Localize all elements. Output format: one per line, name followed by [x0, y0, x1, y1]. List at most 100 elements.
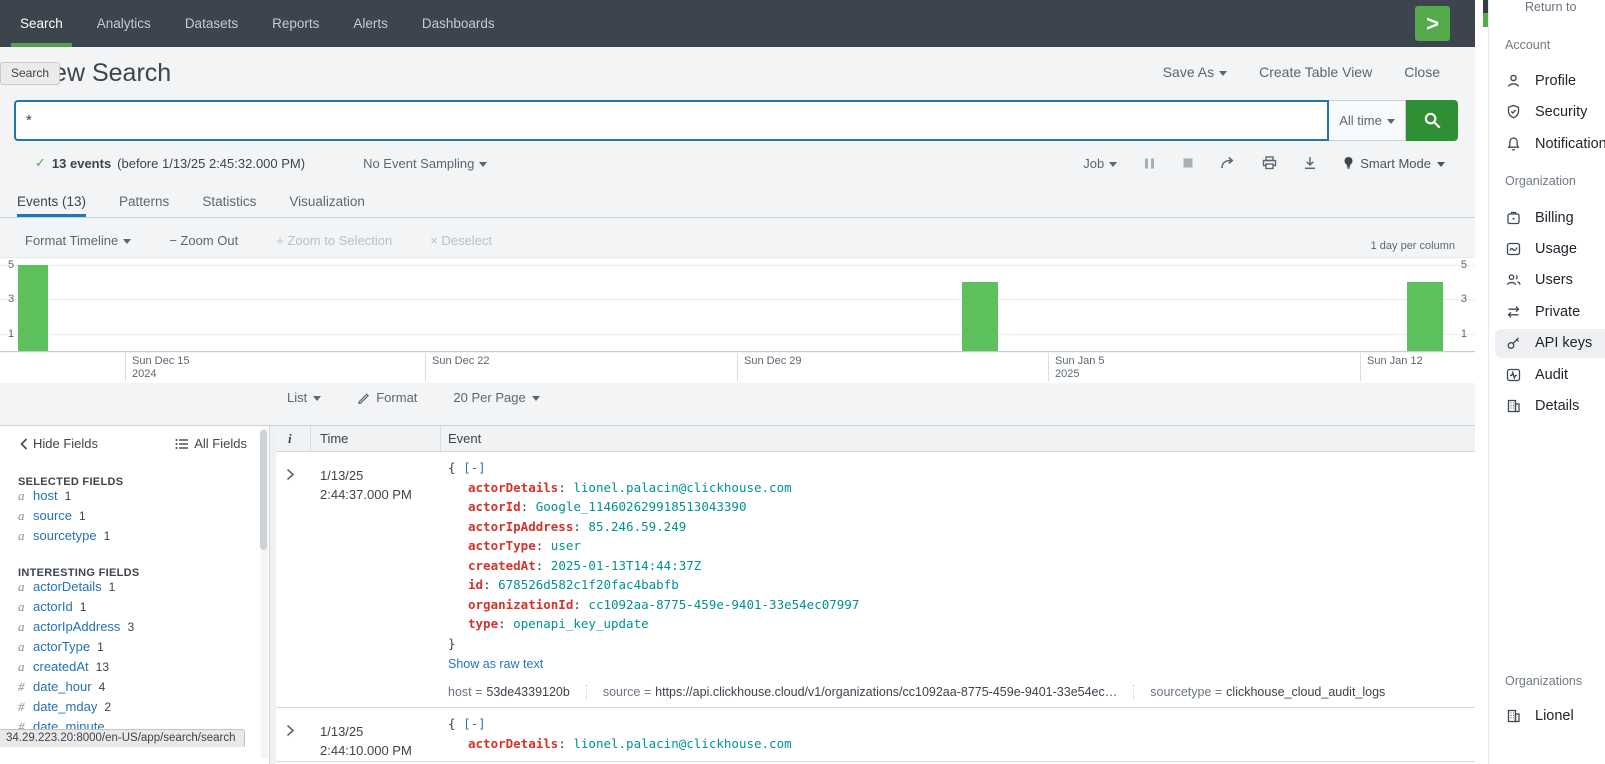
settings-item-details[interactable]: Details [1489, 391, 1605, 420]
field-item-date_hour[interactable]: #date_hour4 [0, 679, 269, 699]
field-count: 1 [80, 600, 87, 614]
x-tick-mark [425, 353, 426, 381]
event-meta-source[interactable]: source = https://api.clickhouse.cloud/v1… [586, 685, 1133, 699]
x-tick-label: Sun Dec 15 2024 [132, 355, 189, 381]
settings-item-private[interactable]: Private [1489, 297, 1605, 326]
section-header-account: Account [1505, 38, 1550, 52]
field-item-sourcetype[interactable]: asourcetype1 [0, 528, 269, 548]
caret-down-icon [1109, 162, 1117, 167]
json-value: 678526d582c1f20fac4babfb [498, 577, 679, 592]
nav-item-datasets[interactable]: Datasets [185, 0, 238, 47]
settings-item-api-keys[interactable]: API keys [1495, 329, 1605, 358]
field-item-source[interactable]: asource1 [0, 508, 269, 528]
lightbulb-icon [1343, 156, 1354, 171]
settings-item-notifications[interactable]: Notifications [1489, 129, 1605, 158]
json-colon: : [483, 577, 498, 592]
export-button[interactable] [1303, 156, 1317, 170]
settings-item-security[interactable]: Security [1489, 98, 1605, 127]
create-table-view-button[interactable]: Create Table View [1259, 64, 1372, 80]
json-colon: : [536, 558, 551, 573]
field-item-createdAt[interactable]: acreatedAt13 [0, 659, 269, 679]
export-icon [1303, 156, 1317, 170]
return-to-link[interactable]: Return to [1525, 0, 1576, 14]
x-tick-label: Sun Dec 22 [432, 355, 489, 368]
close-button[interactable]: Close [1404, 64, 1440, 80]
show-raw-text-link[interactable]: Show as raw text [448, 657, 543, 671]
settings-item-users[interactable]: Users [1489, 266, 1605, 295]
json-collapse-link[interactable]: [-] [463, 716, 486, 731]
settings-item-billing[interactable]: Billing [1489, 203, 1605, 232]
y-tick-label: 5 [1445, 259, 1467, 271]
field-item-actorType[interactable]: aactorType1 [0, 639, 269, 659]
nav-item-dashboards[interactable]: Dashboards [422, 0, 495, 47]
splunk-logo[interactable]: > [1415, 6, 1450, 41]
field-count: 3 [127, 620, 134, 634]
column-header-event: Event [448, 431, 481, 446]
job-done-check-icon: ✓ [35, 156, 46, 171]
smart-mode-menu[interactable]: Smart Mode [1343, 156, 1445, 171]
all-fields-button[interactable]: All Fields [175, 436, 247, 451]
field-item-actorIpAddress[interactable]: aactorIpAddress3 [0, 619, 269, 639]
list-view-menu[interactable]: List [287, 390, 321, 405]
settings-item-profile[interactable]: Profile [1489, 66, 1605, 95]
format-results-menu[interactable]: Format [357, 390, 417, 405]
fields-scrollbar-thumb[interactable] [260, 430, 267, 550]
column-divider [310, 426, 311, 452]
event-meta-host[interactable]: host = 53de4339120b [448, 685, 586, 699]
per-page-menu[interactable]: 20 Per Page [453, 390, 539, 405]
fields-scrollbar[interactable] [261, 428, 268, 758]
search-input[interactable] [26, 112, 1327, 129]
settings-item-usage[interactable]: Usage [1489, 234, 1605, 263]
pencil-icon [357, 391, 370, 404]
tab-visualization[interactable]: Visualization [289, 185, 365, 217]
search-submit-button[interactable] [1406, 100, 1458, 141]
job-menu[interactable]: Job [1083, 156, 1117, 171]
hide-fields-button[interactable]: Hide Fields [20, 436, 98, 451]
stop-button[interactable] [1182, 157, 1194, 169]
json-field-line: actorIpAddress: 85.246.59.249 [448, 517, 1475, 537]
time-range-picker[interactable]: All time [1329, 100, 1406, 141]
nav-item-alerts[interactable]: Alerts [353, 0, 388, 47]
json-field-line: actorDetails: lionel.palacin@clickhouse.… [448, 478, 1475, 498]
timeline-bar[interactable] [962, 282, 998, 351]
events-timeline-chart[interactable]: 113355 [0, 257, 1475, 352]
json-collapse-link[interactable]: [-] [463, 460, 486, 475]
screenshot-root: Search Analytics Datasets Reports Alerts Dash… [0, 0, 1605, 764]
tab-events-13[interactable]: Events (13) [17, 185, 86, 217]
share-button[interactable] [1220, 156, 1236, 170]
expand-event-button[interactable] [286, 468, 295, 481]
clickhouse-settings-panel: Return to Account Profile SecurityNotifica… [1488, 0, 1605, 764]
field-item-actorDetails[interactable]: aactorDetails1 [0, 579, 269, 599]
job-status: ✓ 13 events (before 1/13/25 2:45:32.000 … [35, 156, 487, 171]
json-key: organizationId [468, 597, 573, 612]
settings-item-lionel[interactable]: Lionel [1489, 701, 1605, 730]
event-meta-sourcetype[interactable]: sourcetype = clickhouse_cloud_audit_logs [1133, 685, 1401, 699]
tab-statistics[interactable]: Statistics [202, 185, 256, 217]
event-sampling-menu[interactable]: No Event Sampling [363, 156, 487, 171]
chevron-right-icon [286, 724, 295, 737]
nav-item-search[interactable]: Search [20, 0, 63, 47]
field-type-glyph: a [18, 639, 26, 655]
tab-patterns[interactable]: Patterns [119, 185, 169, 217]
nav-item-analytics[interactable]: Analytics [97, 0, 151, 47]
settings-item-audit[interactable]: Audit [1489, 360, 1605, 389]
expand-event-button[interactable] [286, 724, 295, 737]
save-as-button[interactable]: Save As [1163, 64, 1227, 80]
field-item-actorId[interactable]: aactorId1 [0, 599, 269, 619]
app-top-nav: Search Analytics Datasets Reports Alerts Dash… [0, 0, 1475, 47]
json-colon: : [558, 736, 573, 751]
event-meta-label: source = [603, 685, 651, 699]
nav-item-reports[interactable]: Reports [272, 0, 319, 47]
field-item-date_mday[interactable]: #date_mday2 [0, 699, 269, 719]
field-count: 1 [97, 640, 104, 654]
pause-button[interactable] [1143, 157, 1156, 170]
field-item-host[interactable]: ahost1 [0, 488, 269, 508]
format-timeline-menu[interactable]: Format Timeline [25, 233, 131, 248]
field-type-glyph: a [18, 659, 26, 675]
event-meta-value: 53de4339120b [486, 685, 569, 699]
zoom-out-button[interactable]: − Zoom Out [169, 233, 238, 248]
timeline-bar[interactable] [18, 265, 48, 351]
print-button[interactable] [1262, 156, 1277, 170]
timeline-bar[interactable] [1407, 282, 1443, 351]
users-icon [1505, 272, 1522, 288]
